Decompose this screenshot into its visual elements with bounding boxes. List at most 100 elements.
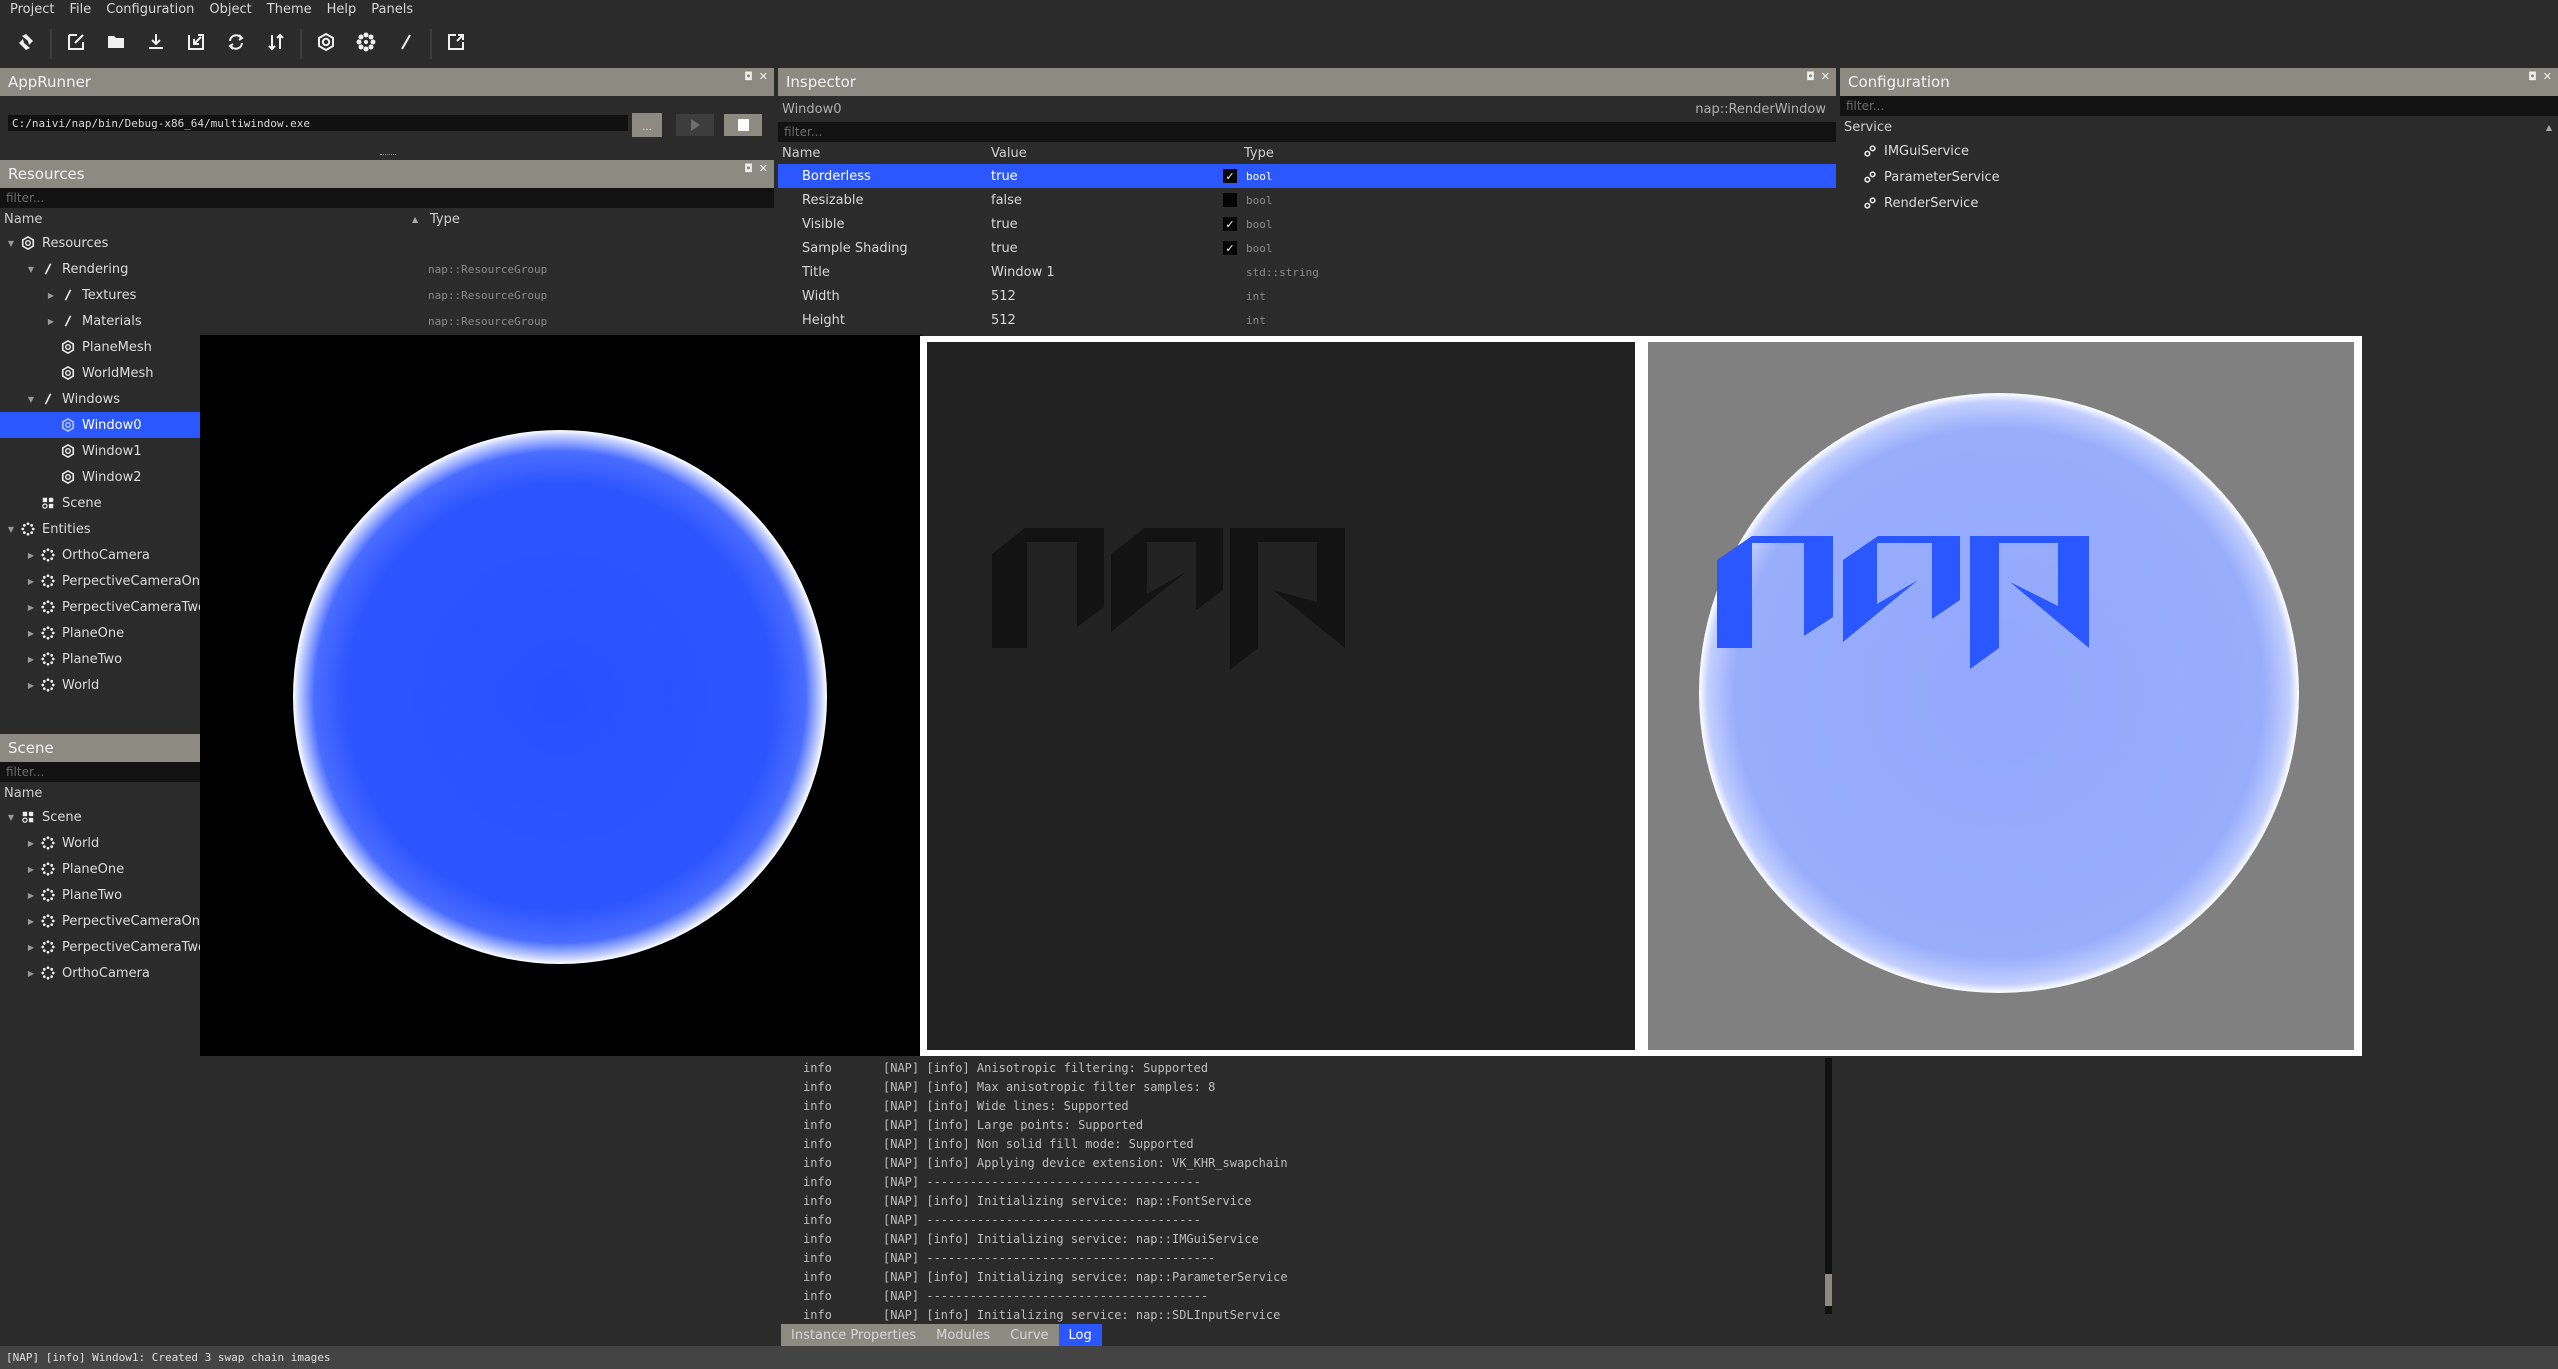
- save-button[interactable]: [136, 26, 176, 62]
- menu-project[interactable]: Project: [10, 2, 54, 17]
- inspector-title-bar[interactable]: Inspector ◘ ✕: [778, 68, 1836, 96]
- dock-icon[interactable]: ◘: [2528, 70, 2537, 83]
- column-service[interactable]: Service: [1844, 120, 1892, 135]
- column-type[interactable]: Type: [1244, 146, 1274, 161]
- tab-log[interactable]: Log: [1058, 1324, 1102, 1346]
- collapsed-arrow-icon[interactable]: ▶: [26, 551, 36, 560]
- property-checkbox[interactable]: ✓: [1223, 241, 1237, 255]
- collapsed-arrow-icon[interactable]: ▶: [26, 629, 36, 638]
- collapsed-arrow-icon[interactable]: ▶: [26, 577, 36, 586]
- tab-curve[interactable]: Curve: [1000, 1324, 1059, 1346]
- close-icon[interactable]: ✕: [1821, 70, 1830, 83]
- property-value[interactable]: Window 1: [991, 265, 1055, 280]
- service-item-imguiservice[interactable]: IMGuiService: [1840, 138, 2558, 164]
- property-name: Resizable: [802, 192, 864, 208]
- render-window-0[interactable]: [200, 335, 922, 1056]
- log-scrollbar[interactable]: [1825, 1058, 1832, 1314]
- reload-button[interactable]: [216, 26, 256, 62]
- collapsed-arrow-icon[interactable]: ▶: [26, 655, 36, 664]
- property-row-title[interactable]: Title Window 1 std::string: [778, 260, 1836, 284]
- property-checkbox[interactable]: [1223, 193, 1237, 207]
- app-path-field[interactable]: C:/naivi/nap/bin/Debug-x86_64/multiwindo…: [8, 115, 628, 131]
- menu-file[interactable]: File: [69, 2, 91, 17]
- resources-filter-input[interactable]: filter...: [0, 188, 774, 208]
- napkin-logo-button[interactable]: [6, 26, 46, 62]
- entity-button[interactable]: [346, 26, 386, 62]
- dock-icon[interactable]: ◘: [744, 162, 753, 175]
- resources-title-bar[interactable]: Resources ◘ ✕: [0, 160, 774, 188]
- property-value[interactable]: 512: [991, 289, 1016, 304]
- expanded-arrow-icon[interactable]: ▼: [26, 265, 36, 274]
- property-value[interactable]: true: [991, 169, 1018, 184]
- collapsed-arrow-icon[interactable]: ▶: [26, 891, 36, 900]
- property-row-sample-shading[interactable]: Sample Shading true ✓ bool: [778, 236, 1836, 260]
- column-value[interactable]: Value: [991, 146, 1027, 161]
- tab-modules[interactable]: Modules: [926, 1324, 1001, 1346]
- configuration-title-bar[interactable]: Configuration ◘ ✕: [1840, 68, 2558, 96]
- tree-item-resources[interactable]: ▼ Resources: [0, 230, 774, 256]
- menu-panels[interactable]: Panels: [371, 2, 413, 17]
- menu-help[interactable]: Help: [327, 2, 357, 17]
- property-row-borderless[interactable]: Borderless true ✓ bool: [778, 164, 1836, 188]
- dock-icon[interactable]: ◘: [1806, 70, 1815, 83]
- collapsed-arrow-icon[interactable]: ▶: [26, 681, 36, 690]
- collapsed-arrow-icon[interactable]: ▶: [26, 865, 36, 874]
- open-folder-button[interactable]: [96, 26, 136, 62]
- column-name[interactable]: Name: [4, 786, 42, 801]
- expanded-arrow-icon[interactable]: ▼: [6, 813, 16, 822]
- new-file-button[interactable]: [56, 26, 96, 62]
- expanded-arrow-icon[interactable]: ▼: [6, 525, 16, 534]
- service-item-parameterservice[interactable]: ParameterService: [1840, 164, 2558, 190]
- render-window-2[interactable]: [1644, 336, 2362, 1056]
- property-value[interactable]: true: [991, 217, 1018, 232]
- resource-button[interactable]: [306, 26, 346, 62]
- collapsed-arrow-icon[interactable]: ▶: [46, 317, 56, 326]
- sort-button[interactable]: [256, 26, 296, 62]
- tab-instance-properties[interactable]: Instance Properties: [781, 1324, 927, 1346]
- expanded-arrow-icon[interactable]: ▼: [6, 239, 16, 248]
- property-row-visible[interactable]: Visible true ✓ bool: [778, 212, 1836, 236]
- tree-item-rendering[interactable]: ▼ Rendering nap::ResourceGroup: [0, 256, 774, 282]
- stop-button[interactable]: [724, 114, 762, 136]
- collapsed-arrow-icon[interactable]: ▶: [26, 969, 36, 978]
- property-row-resizable[interactable]: Resizable false bool: [778, 188, 1836, 212]
- collapsed-arrow-icon[interactable]: ▶: [26, 943, 36, 952]
- collapsed-arrow-icon[interactable]: ▶: [46, 291, 56, 300]
- property-value[interactable]: 512: [991, 313, 1016, 328]
- expanded-arrow-icon[interactable]: ▼: [26, 395, 36, 404]
- splitter-handle[interactable]: [380, 154, 396, 156]
- apprunner-title-bar[interactable]: AppRunner ◘ ✕: [0, 68, 774, 96]
- close-icon[interactable]: ✕: [759, 70, 768, 83]
- browse-button[interactable]: ...: [632, 113, 662, 137]
- tree-item-textures[interactable]: ▶ Textures nap::ResourceGroup: [0, 282, 774, 308]
- collapsed-arrow-icon[interactable]: ▶: [26, 839, 36, 848]
- property-value[interactable]: false: [991, 193, 1022, 208]
- property-row-height[interactable]: Height 512 int: [778, 308, 1836, 332]
- collapsed-arrow-icon[interactable]: ▶: [26, 917, 36, 926]
- property-checkbox[interactable]: ✓: [1223, 217, 1237, 231]
- column-type[interactable]: Type: [430, 212, 460, 227]
- menu-object[interactable]: Object: [209, 2, 251, 17]
- property-value[interactable]: true: [991, 241, 1018, 256]
- external-link-button[interactable]: [436, 26, 476, 62]
- render-window-1[interactable]: [920, 336, 1644, 1056]
- close-icon[interactable]: ✕: [2543, 70, 2552, 83]
- column-name[interactable]: Name: [782, 146, 820, 161]
- inspector-filter-input[interactable]: filter...: [778, 122, 1836, 142]
- entity-icon: [40, 887, 56, 903]
- group-button[interactable]: [386, 26, 426, 62]
- collapsed-arrow-icon[interactable]: ▶: [26, 603, 36, 612]
- service-item-renderservice[interactable]: RenderService: [1840, 190, 2558, 216]
- play-button[interactable]: [676, 114, 714, 136]
- log-scrollbar-thumb[interactable]: [1825, 1274, 1832, 1306]
- menu-theme[interactable]: Theme: [267, 2, 312, 17]
- configuration-filter-input[interactable]: filter...: [1840, 96, 2558, 116]
- dock-icon[interactable]: ◘: [744, 70, 753, 83]
- close-icon[interactable]: ✕: [759, 162, 768, 175]
- column-name[interactable]: Name: [4, 212, 42, 227]
- save-as-button[interactable]: [176, 26, 216, 62]
- tree-item-materials[interactable]: ▶ Materials nap::ResourceGroup: [0, 308, 774, 334]
- property-checkbox[interactable]: ✓: [1223, 169, 1237, 183]
- menu-configuration[interactable]: Configuration: [106, 2, 194, 17]
- property-row-width[interactable]: Width 512 int: [778, 284, 1836, 308]
